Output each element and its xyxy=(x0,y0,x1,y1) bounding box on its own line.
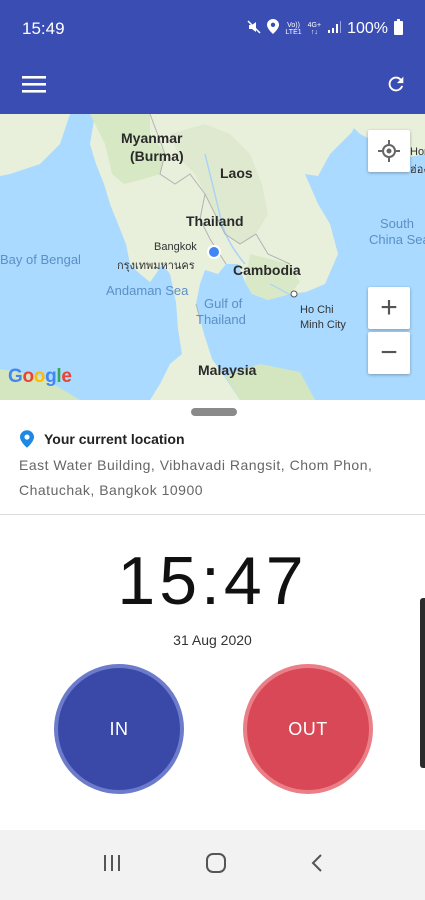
app-bar xyxy=(0,58,425,114)
map-label-malaysia: Malaysia xyxy=(198,362,257,378)
battery-percent: 100% xyxy=(347,20,388,37)
edge-panel-handle[interactable] xyxy=(420,598,425,768)
map-label-burma: (Burma) xyxy=(130,148,184,164)
system-nav-bar xyxy=(0,830,425,900)
map-label-gulf-of: Gulf of xyxy=(204,296,243,311)
clock-time: 15:47 xyxy=(117,543,308,619)
location-header: Your current location xyxy=(20,430,185,448)
map-label-south: South xyxy=(380,216,414,231)
map-label-laos: Laos xyxy=(220,165,253,181)
map-label-bay-of-bengal: Bay of Bengal xyxy=(0,252,81,267)
map-label-bangkok: Bangkok xyxy=(154,241,197,253)
zoom-in-button[interactable]: + xyxy=(368,287,410,329)
location-pin-icon xyxy=(20,430,34,448)
refresh-icon[interactable] xyxy=(385,73,407,100)
battery-icon xyxy=(394,18,403,40)
map-label-myanmar: Myanmar xyxy=(121,130,183,146)
check-out-button[interactable]: OUT xyxy=(243,664,373,794)
map-label-hong: Hong xyxy=(410,146,425,158)
status-icons: Vo)) LTE1 4G+ ↑↓ 100% xyxy=(247,18,403,40)
back-icon[interactable] xyxy=(310,853,324,878)
check-out-label: OUT xyxy=(288,718,328,739)
divider xyxy=(0,514,425,515)
crosshair-icon xyxy=(378,140,400,162)
map-label-china-sea: China Sea xyxy=(369,232,425,247)
map-view[interactable]: Myanmar (Burma) Laos Thailand Cambodia M… xyxy=(0,114,425,400)
map-label-hong-thai: ฮ่องกง xyxy=(410,164,425,176)
location-title: Your current location xyxy=(44,431,185,447)
bottom-sheet: Your current location East Water Buildin… xyxy=(0,400,425,830)
signal-icon xyxy=(327,20,342,39)
hamburger-menu-icon[interactable] xyxy=(22,74,46,99)
drag-handle[interactable] xyxy=(191,408,237,416)
location-address: East Water Building, Vibhavadi Rangsit, … xyxy=(19,457,373,498)
network-indicator: Vo)) LTE1 xyxy=(285,22,302,36)
zoom-out-button[interactable]: − xyxy=(368,332,410,374)
lte-indicator: 4G+ ↑↓ xyxy=(307,22,322,36)
map-label-cambodia: Cambodia xyxy=(233,262,301,278)
recent-apps-icon[interactable] xyxy=(102,854,122,877)
map-label-thailand: Thailand xyxy=(186,213,244,229)
map-label-minh-city: Minh City xyxy=(300,319,346,331)
my-location-button[interactable] xyxy=(368,130,410,172)
map-label-ho-chi: Ho Chi xyxy=(300,304,334,316)
home-icon[interactable] xyxy=(205,852,227,879)
status-bar: 15:49 Vo)) LTE1 4G+ ↑↓ 100% xyxy=(0,0,425,58)
check-in-label: IN xyxy=(109,718,129,739)
google-logo: Google xyxy=(8,366,72,387)
status-time: 15:49 xyxy=(22,19,65,38)
location-status-icon xyxy=(267,19,280,39)
check-in-button[interactable]: IN xyxy=(54,664,184,794)
map-label-bangkok-thai: กรุงเทพมหานคร xyxy=(117,260,195,272)
map-label-gulf-thailand: Thailand xyxy=(196,312,246,327)
mute-icon xyxy=(247,19,261,39)
clock-date: 31 Aug 2020 xyxy=(173,632,252,648)
map-label-andaman-sea: Andaman Sea xyxy=(106,283,189,298)
